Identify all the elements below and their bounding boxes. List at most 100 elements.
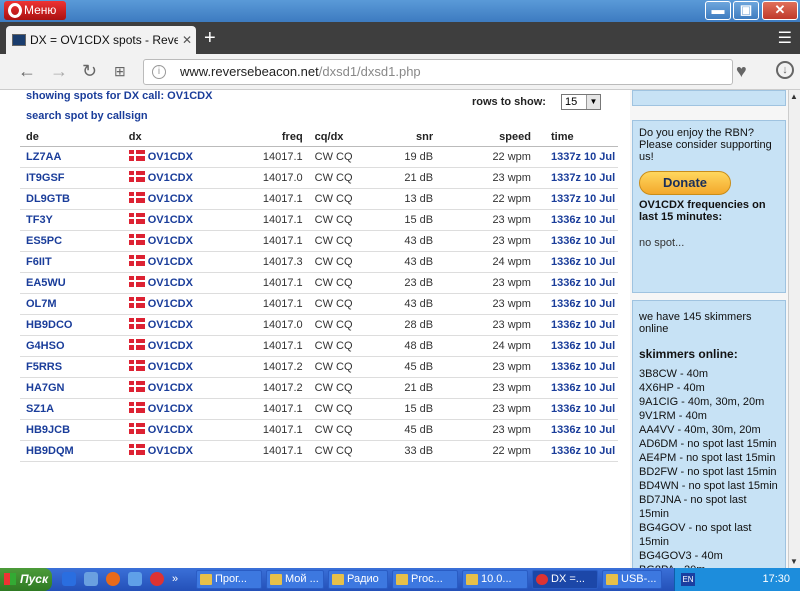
- de-callsign[interactable]: TF3Y: [26, 214, 53, 226]
- start-button[interactable]: Пуск: [0, 568, 52, 591]
- url-input[interactable]: i www.reversebeacon.net/dxsd1/dxsd1.php: [143, 59, 733, 85]
- dx-callsign[interactable]: OV1CDX: [148, 151, 193, 163]
- de-callsign[interactable]: LZ7AA: [26, 151, 61, 163]
- tab-menu-icon[interactable]: ☰: [778, 28, 792, 48]
- de-callsign[interactable]: F5RRS: [26, 361, 62, 373]
- donate-button[interactable]: Donate: [639, 171, 731, 195]
- denmark-flag-icon: [128, 381, 145, 392]
- snr-value: 45 dB: [404, 423, 434, 436]
- time-value[interactable]: 1337z 10 Jul: [551, 172, 615, 184]
- tab-active[interactable]: DX = OV1CDX spots - Revers ✕: [6, 26, 196, 54]
- time-value[interactable]: 1336z 10 Jul: [551, 256, 615, 268]
- opera-menu-button[interactable]: Меню: [4, 1, 66, 20]
- speed-value: 23 wpm: [492, 381, 531, 394]
- chevron-right-icon[interactable]: »: [172, 572, 186, 586]
- dx-callsign[interactable]: OV1CDX: [148, 172, 193, 184]
- snr-value: 43 dB: [404, 297, 434, 310]
- taskbar-button[interactable]: 10.0...: [462, 570, 528, 589]
- ie-icon[interactable]: [62, 572, 76, 586]
- time-value[interactable]: 1336z 10 Jul: [551, 319, 615, 331]
- de-callsign[interactable]: HB9DCO: [26, 319, 72, 331]
- taskbar-button[interactable]: USB-...: [602, 570, 662, 589]
- snr-value: 43 dB: [404, 255, 434, 268]
- de-callsign[interactable]: HB9JCB: [26, 424, 70, 436]
- back-icon[interactable]: ←: [18, 62, 36, 80]
- dx-callsign[interactable]: OV1CDX: [148, 256, 193, 268]
- opera-quick-icon[interactable]: [150, 572, 164, 586]
- freq-value: 14017.1: [262, 234, 303, 247]
- scroll-down-icon[interactable]: ▼: [790, 557, 798, 566]
- taskbar-button[interactable]: Радио: [328, 570, 388, 589]
- time-value[interactable]: 1336z 10 Jul: [551, 403, 615, 415]
- dx-callsign[interactable]: OV1CDX: [148, 235, 193, 247]
- site-info-icon[interactable]: i: [152, 65, 166, 79]
- de-callsign[interactable]: G4HSO: [26, 340, 65, 352]
- bookmark-heart-icon[interactable]: ♥: [736, 61, 747, 82]
- skimmers-count: we have 145 skimmers online: [639, 311, 752, 335]
- desktop-icon[interactable]: [84, 572, 98, 586]
- time-value[interactable]: 1336z 10 Jul: [551, 424, 615, 436]
- quicklaunch-icon[interactable]: [128, 572, 142, 586]
- de-callsign[interactable]: DL9GTB: [26, 193, 70, 205]
- language-indicator[interactable]: EN: [681, 573, 695, 586]
- dx-callsign[interactable]: OV1CDX: [148, 403, 193, 415]
- search-callsign-link[interactable]: search spot by callsign: [26, 110, 148, 122]
- snr-value: 43 dB: [404, 234, 434, 247]
- de-callsign[interactable]: EA5WU: [26, 277, 66, 289]
- reload-icon[interactable]: ↻: [82, 62, 97, 80]
- de-callsign[interactable]: ES5PC: [26, 235, 62, 247]
- dx-callsign[interactable]: OV1CDX: [148, 382, 193, 394]
- close-button[interactable]: ✕: [762, 1, 798, 20]
- dx-callsign[interactable]: OV1CDX: [148, 445, 193, 457]
- time-value[interactable]: 1336z 10 Jul: [551, 235, 615, 247]
- cq-value: CW CQ: [314, 423, 353, 436]
- time-value[interactable]: 1337z 10 Jul: [551, 193, 615, 205]
- new-tab-icon[interactable]: +: [204, 26, 216, 50]
- de-callsign[interactable]: HA7GN: [26, 382, 65, 394]
- dx-callsign[interactable]: OV1CDX: [148, 214, 193, 226]
- dx-callsign[interactable]: OV1CDX: [148, 193, 193, 205]
- maximize-button[interactable]: ▣: [733, 1, 759, 20]
- dx-callsign[interactable]: OV1CDX: [148, 424, 193, 436]
- firefox-icon[interactable]: [106, 572, 120, 586]
- minimize-button[interactable]: ▬: [705, 1, 731, 20]
- de-callsign[interactable]: HB9DQM: [26, 445, 74, 457]
- cq-value: CW CQ: [314, 192, 353, 205]
- skimmer-item: AE4PM - no spot last 15min: [639, 452, 776, 464]
- showing-spots-link[interactable]: showing spots for DX call: OV1CDX: [26, 90, 212, 102]
- tab-close-icon[interactable]: ✕: [177, 26, 192, 54]
- de-callsign[interactable]: SZ1A: [26, 403, 54, 415]
- dx-callsign[interactable]: OV1CDX: [148, 319, 193, 331]
- dx-callsign[interactable]: OV1CDX: [148, 277, 193, 289]
- taskbar-button[interactable]: DX =...: [532, 570, 598, 589]
- site-favicon-icon: [12, 34, 26, 46]
- taskbar-button[interactable]: Мой ...: [266, 570, 324, 589]
- scroll-up-icon[interactable]: ▲: [790, 92, 798, 101]
- time-value[interactable]: 1336z 10 Jul: [551, 382, 615, 394]
- time-value[interactable]: 1336z 10 Jul: [551, 445, 615, 457]
- time-value[interactable]: 1336z 10 Jul: [551, 361, 615, 373]
- time-value[interactable]: 1336z 10 Jul: [551, 298, 615, 310]
- dx-callsign[interactable]: OV1CDX: [148, 340, 193, 352]
- time-value[interactable]: 1337z 10 Jul: [551, 151, 615, 163]
- time-value[interactable]: 1336z 10 Jul: [551, 214, 615, 226]
- support-box: Do you enjoy the RBN? Please consider su…: [632, 120, 786, 293]
- cq-value: CW CQ: [314, 297, 353, 310]
- forward-icon[interactable]: →: [50, 62, 68, 80]
- time-value[interactable]: 1336z 10 Jul: [551, 340, 615, 352]
- table-row: HB9DCO OV1CDX 14017.0 CW CQ 28 dB 23 wpm 1336z…: [20, 314, 618, 336]
- taskbar-button[interactable]: Прог...: [196, 570, 262, 589]
- taskbar-button[interactable]: Proc...: [392, 570, 458, 589]
- dx-callsign[interactable]: OV1CDX: [148, 298, 193, 310]
- dx-callsign[interactable]: OV1CDX: [148, 361, 193, 373]
- de-callsign[interactable]: OL7M: [26, 298, 57, 310]
- header-time: time: [530, 128, 618, 147]
- download-icon[interactable]: ↓: [776, 61, 794, 79]
- time-value[interactable]: 1336z 10 Jul: [551, 277, 615, 289]
- de-callsign[interactable]: F6IIT: [26, 256, 52, 268]
- speed-dial-icon[interactable]: ⊞: [114, 62, 126, 80]
- vertical-scrollbar[interactable]: ▲ ▼: [788, 90, 800, 568]
- rows-select[interactable]: 15 ▼: [561, 94, 601, 110]
- de-callsign[interactable]: IT9GSF: [26, 172, 65, 184]
- table-row: IT9GSF OV1CDX 14017.0 CW CQ 21 dB 23 wpm 1337z…: [20, 167, 618, 189]
